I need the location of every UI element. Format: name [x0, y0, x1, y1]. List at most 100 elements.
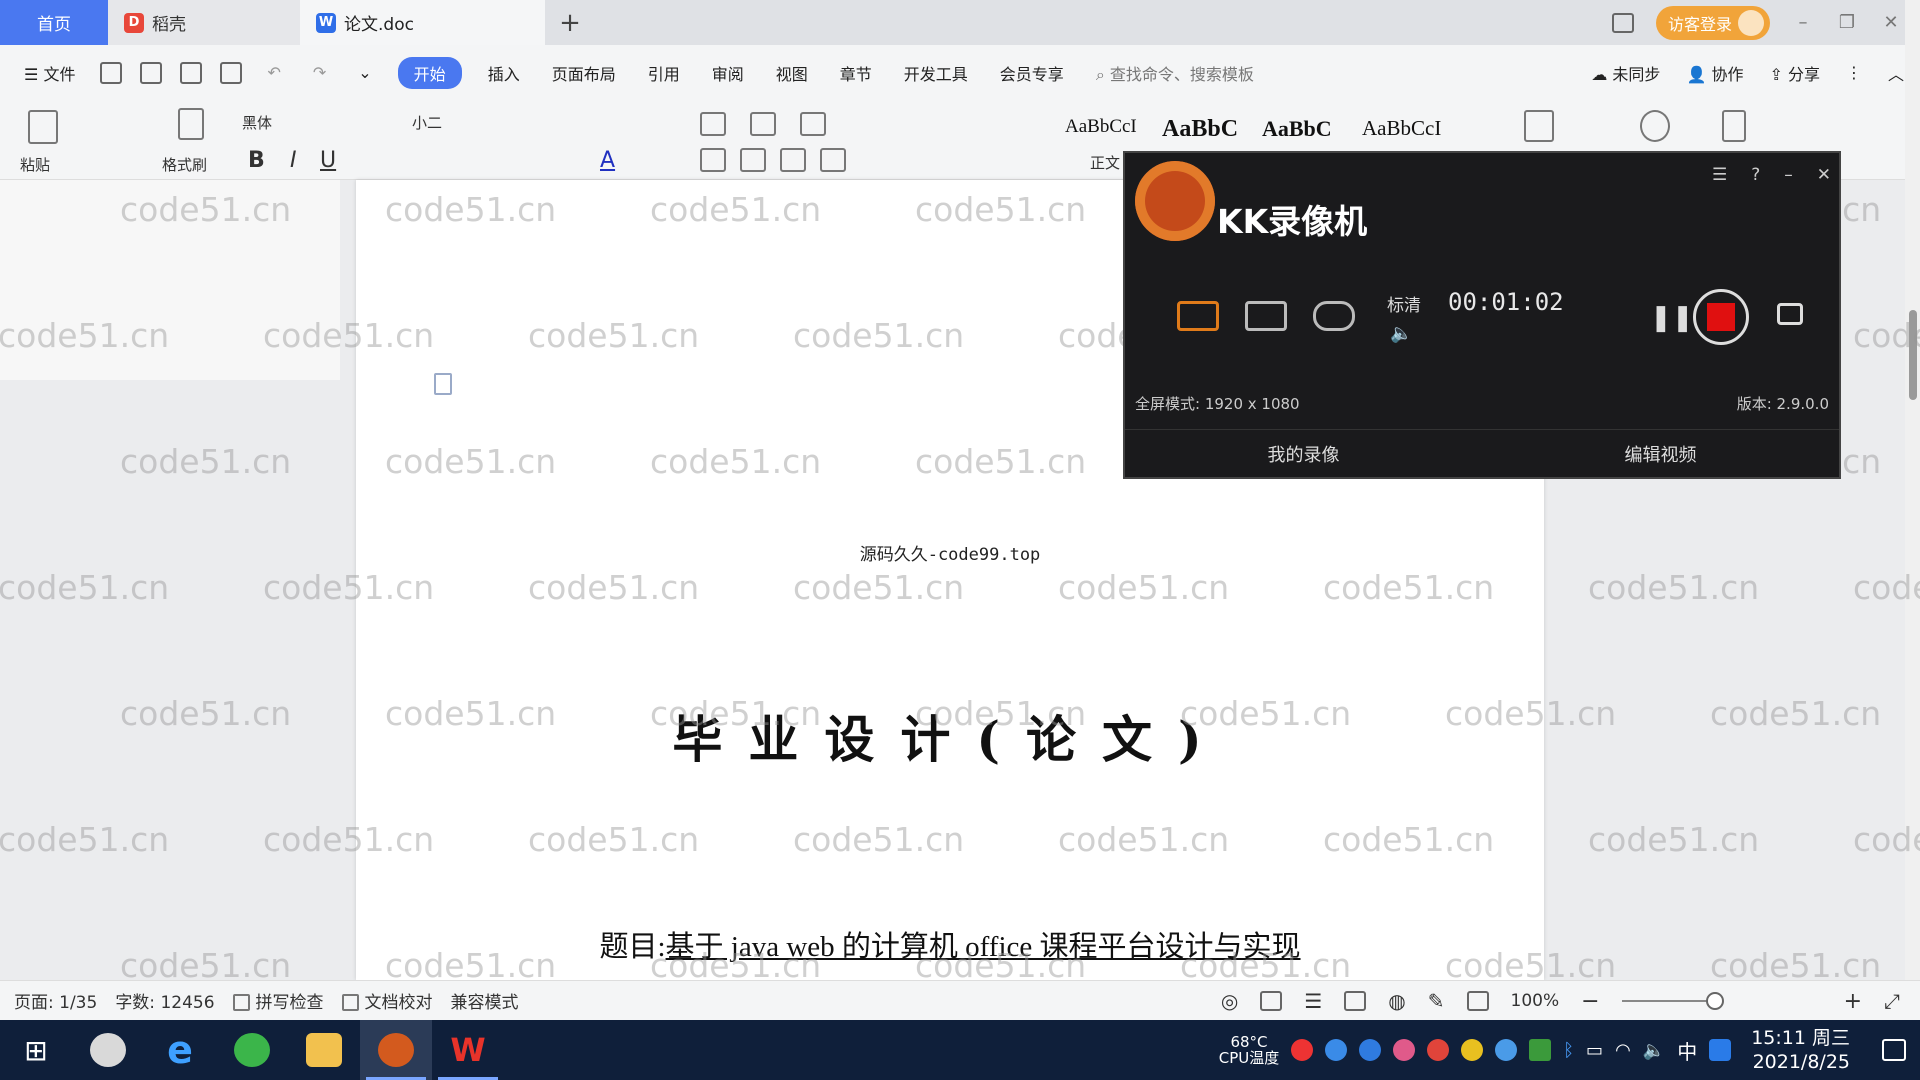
- collaborate-button[interactable]: 👤 协作: [1686, 61, 1743, 85]
- start-button[interactable]: ⊞: [0, 1020, 72, 1080]
- web-view-icon[interactable]: ◍: [1388, 989, 1405, 1013]
- screenshot-camera-icon[interactable]: [1777, 303, 1803, 325]
- style-sample-2[interactable]: AaBbC: [1162, 116, 1238, 143]
- taskbar-browser[interactable]: [216, 1020, 288, 1080]
- bluetooth-icon[interactable]: ᛒ: [1563, 1040, 1574, 1061]
- page-indicator[interactable]: 页面: 1/35: [14, 988, 97, 1013]
- zoom-slider-knob[interactable]: [1705, 992, 1724, 1010]
- word-count[interactable]: 字数: 12456: [115, 988, 214, 1013]
- export-pdf-icon[interactable]: [140, 61, 163, 84]
- bold-icon[interactable]: B: [248, 148, 265, 173]
- notification-center-icon[interactable]: [1882, 1039, 1906, 1061]
- battery-icon[interactable]: ▭: [1586, 1040, 1603, 1061]
- scrollbar-thumb[interactable]: [1909, 310, 1917, 400]
- align-left-icon[interactable]: [700, 148, 726, 172]
- reading-view-icon[interactable]: [1344, 991, 1367, 1011]
- format-painter-label[interactable]: 格式刷: [162, 154, 207, 175]
- save-icon[interactable]: [100, 61, 123, 84]
- shield-icon[interactable]: [1359, 1039, 1382, 1061]
- minimize-icon[interactable]: –: [1792, 12, 1814, 33]
- pause-icon[interactable]: ❚❚: [1650, 303, 1694, 333]
- share-button[interactable]: ⇪ 分享: [1769, 61, 1820, 85]
- indent-icon[interactable]: [800, 112, 826, 136]
- fullscreen-icon[interactable]: ⤢: [1884, 989, 1900, 1013]
- kk-recorder-window[interactable]: KK录像机 ☰ ? – ✕ 标清 🔈 00:01:02 ❚❚ 全屏模式: 192…: [1123, 151, 1841, 479]
- tray-app-6-icon[interactable]: [1495, 1039, 1518, 1061]
- vertical-scrollbar[interactable]: [1905, 0, 1920, 980]
- kk-menu-icon[interactable]: ☰: [1712, 165, 1727, 185]
- menu-start[interactable]: 开始: [397, 56, 462, 89]
- volume-icon[interactable]: 🔈: [1390, 323, 1412, 344]
- underline-icon[interactable]: U: [320, 148, 336, 173]
- zoom-level[interactable]: 100%: [1511, 991, 1560, 1011]
- tab-daoke[interactable]: D 稻壳: [108, 0, 300, 45]
- zoom-in-icon[interactable]: +: [1844, 989, 1862, 1014]
- write-mode-icon[interactable]: ✎: [1428, 989, 1445, 1013]
- game-mode-icon[interactable]: [1313, 301, 1355, 331]
- style-sample-1[interactable]: AaBbCcI: [1065, 116, 1137, 138]
- file-menu[interactable]: ☰ 文件: [0, 61, 91, 85]
- page-view-icon[interactable]: [1260, 991, 1283, 1011]
- collapse-ribbon-icon[interactable]: ︿: [1888, 61, 1904, 85]
- menu-insert[interactable]: 插入: [472, 61, 536, 85]
- close-icon[interactable]: ✕: [1880, 12, 1902, 33]
- window-layout-icon[interactable]: [1611, 12, 1634, 33]
- format-painter-icon[interactable]: [178, 108, 204, 140]
- fit-page-icon[interactable]: [1466, 991, 1489, 1011]
- menu-review[interactable]: 审阅: [696, 61, 760, 85]
- tray-app-2-icon[interactable]: [1325, 1039, 1348, 1061]
- number-list-icon[interactable]: [750, 112, 776, 136]
- align-center-icon[interactable]: [740, 148, 766, 172]
- zoom-slider[interactable]: [1621, 992, 1724, 1010]
- cpu-temp-widget[interactable]: 68°C CPU温度: [1219, 1034, 1280, 1066]
- print-icon[interactable]: [180, 61, 203, 84]
- justify-icon[interactable]: [820, 148, 846, 172]
- style-sample-4[interactable]: AaBbCcI: [1362, 116, 1441, 141]
- input-method-indicator[interactable]: 中: [1677, 1036, 1697, 1065]
- taskbar-ie[interactable]: e: [144, 1020, 216, 1080]
- tab-document[interactable]: W 论文.doc: [300, 0, 545, 45]
- kk-close-icon[interactable]: ✕: [1817, 165, 1831, 185]
- taskbar-explorer[interactable]: [288, 1020, 360, 1080]
- menu-chapter[interactable]: 章节: [824, 61, 888, 85]
- taskbar-kk-recorder[interactable]: [360, 1020, 432, 1080]
- command-search[interactable]: ⌕ 查找命令、搜索模板: [1080, 61, 1270, 85]
- spell-check-toggle[interactable]: 拼写检查: [232, 988, 324, 1013]
- text-tools-icon[interactable]: [1524, 110, 1554, 142]
- more-icon[interactable]: ⋮: [1846, 63, 1862, 82]
- clock[interactable]: 15:11 周三 2021/8/25: [1751, 1026, 1850, 1074]
- align-right-icon[interactable]: [780, 148, 806, 172]
- eye-protect-icon[interactable]: ◎: [1221, 989, 1238, 1013]
- quality-label[interactable]: 标清: [1387, 291, 1421, 316]
- tray-app-3-icon[interactable]: [1393, 1039, 1416, 1061]
- guest-login-button[interactable]: 访客登录: [1655, 5, 1770, 40]
- font-color-icon[interactable]: A: [600, 148, 615, 173]
- wifi-icon[interactable]: ◠: [1615, 1040, 1631, 1061]
- doc-check-toggle[interactable]: 文档校对: [341, 988, 433, 1013]
- tray-app-4-icon[interactable]: [1427, 1039, 1450, 1061]
- volume-icon[interactable]: 🔈: [1643, 1040, 1665, 1061]
- paste-label[interactable]: 粘贴: [20, 154, 50, 175]
- region-mode-icon[interactable]: [1245, 301, 1287, 331]
- menu-page-layout[interactable]: 页面布局: [536, 61, 632, 85]
- italic-icon[interactable]: I: [290, 148, 297, 173]
- find-replace-icon[interactable]: [1640, 110, 1670, 142]
- menu-references[interactable]: 引用: [632, 61, 696, 85]
- my-videos-button[interactable]: 我的录像: [1125, 430, 1482, 477]
- tray-app-8-icon[interactable]: [1709, 1039, 1732, 1061]
- paste-icon[interactable]: [28, 110, 58, 144]
- undo-icon[interactable]: ↶: [251, 63, 296, 82]
- select-icon[interactable]: [1722, 110, 1746, 142]
- font-size-select[interactable]: 小二: [412, 112, 442, 133]
- fullscreen-mode-icon[interactable]: [1177, 301, 1219, 331]
- redo-icon[interactable]: ↷: [297, 63, 342, 82]
- bullet-list-icon[interactable]: [700, 112, 726, 136]
- stop-record-button[interactable]: [1693, 289, 1749, 345]
- tab-home[interactable]: 首页: [0, 0, 108, 45]
- tray-app-7-icon[interactable]: [1529, 1039, 1552, 1061]
- taskbar-wps[interactable]: W: [432, 1020, 504, 1080]
- restore-icon[interactable]: ❐: [1836, 12, 1858, 33]
- quick-access-dropdown-icon[interactable]: ⌄: [342, 63, 387, 82]
- menu-developer[interactable]: 开发工具: [888, 61, 984, 85]
- edit-video-button[interactable]: 编辑视频: [1482, 430, 1839, 477]
